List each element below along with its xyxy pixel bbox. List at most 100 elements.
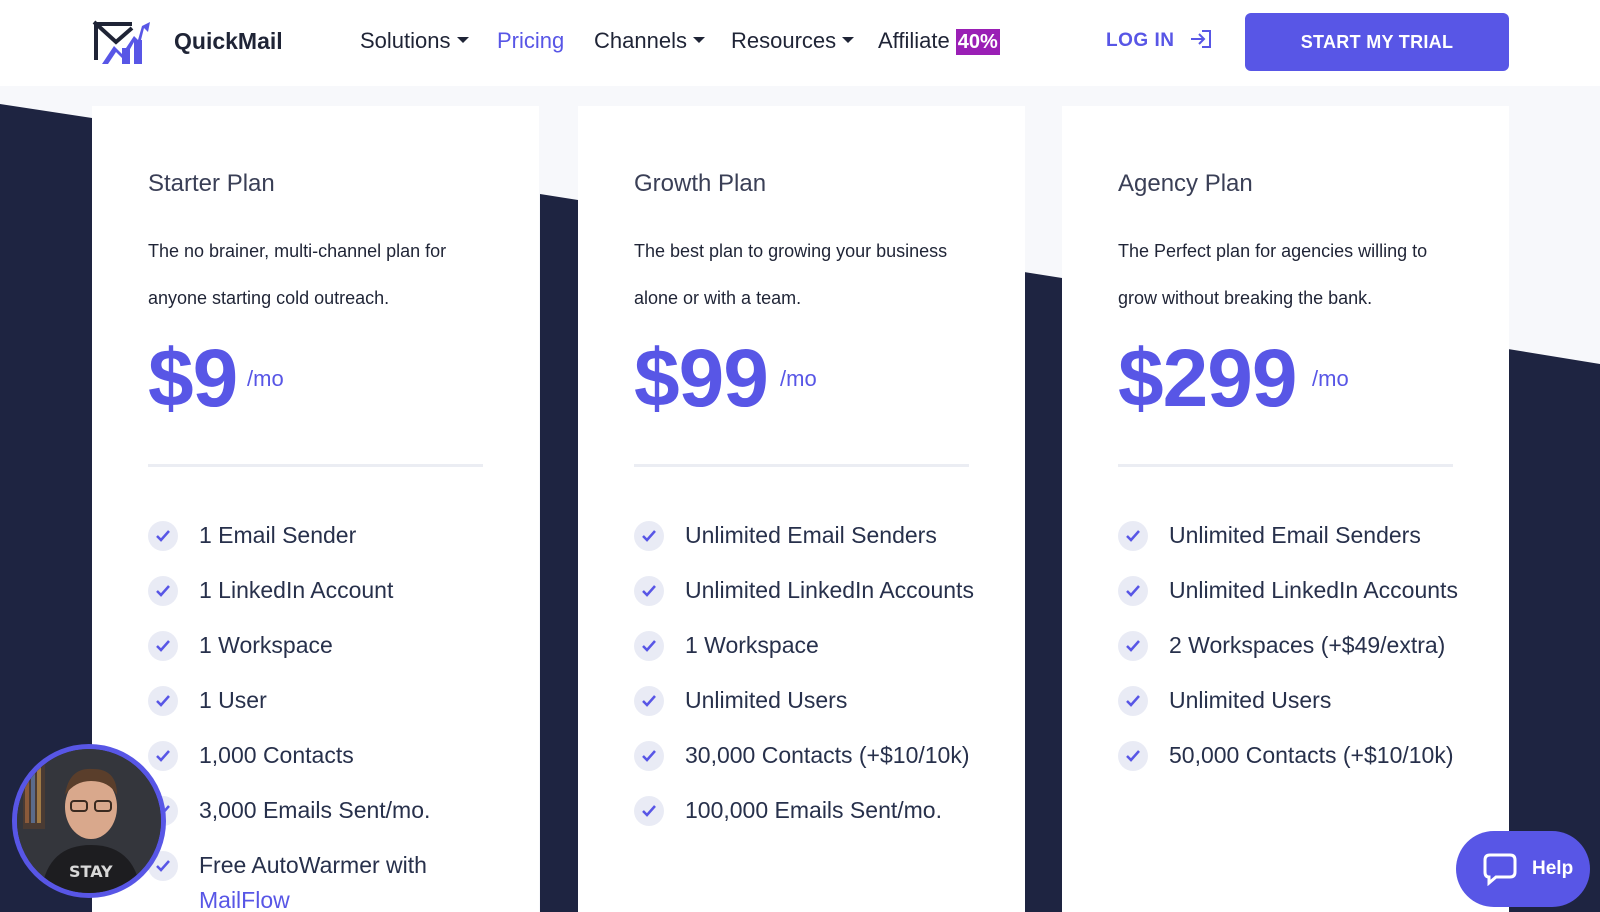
feature-item: 30,000 Contacts (+$10/10k) xyxy=(634,738,974,773)
start-trial-button[interactable]: START MY TRIAL xyxy=(1245,13,1509,71)
shirt-text: STAY xyxy=(69,862,113,881)
plan-price: $99 xyxy=(634,333,769,424)
feature-text: 3,000 Emails Sent/mo. xyxy=(199,797,431,823)
feature-text: Unlimited Users xyxy=(685,687,848,713)
check-icon xyxy=(148,741,178,771)
feature-item: 1 Email Sender xyxy=(148,518,488,553)
mailflow-link[interactable]: MailFlow xyxy=(199,887,290,912)
check-icon xyxy=(634,686,664,716)
price-unit: /mo xyxy=(1312,366,1349,391)
feature-item: 1 LinkedIn Account xyxy=(148,573,488,608)
login-label: LOG IN xyxy=(1106,30,1175,51)
plan-description: The no brainer, multi-channel plan for a… xyxy=(148,241,447,308)
feature-list: Unlimited Email Senders Unlimited Linked… xyxy=(1118,518,1458,793)
quickmail-logo-icon[interactable] xyxy=(92,20,150,64)
divider xyxy=(1118,464,1453,467)
nav-channels-label: Channels xyxy=(594,28,687,53)
brand-name[interactable]: QuickMail xyxy=(174,28,283,55)
chevron-down-icon xyxy=(456,37,469,44)
divider xyxy=(634,464,969,467)
feature-text: Unlimited LinkedIn Accounts xyxy=(1169,577,1458,603)
feature-text: 1,000 Contacts xyxy=(199,742,354,768)
price-unit: /mo xyxy=(780,366,817,391)
feature-list: 1 Email Sender 1 LinkedIn Account 1 Work… xyxy=(148,518,488,912)
feature-text: 50,000 Contacts (+$10/10k) xyxy=(1169,742,1454,768)
plan-description: The best plan to growing your business a… xyxy=(634,241,948,308)
nav-resources[interactable]: Resources xyxy=(731,28,855,54)
check-icon xyxy=(148,631,178,661)
video-avatar[interactable]: STAY xyxy=(12,744,166,898)
feature-text: 1 User xyxy=(199,687,267,713)
nav-affiliate-label: Affiliate xyxy=(878,28,950,53)
feature-item: 50,000 Contacts (+$10/10k) xyxy=(1118,738,1458,773)
check-icon xyxy=(1118,576,1148,606)
feature-text: Free AutoWarmer with xyxy=(199,852,427,878)
feature-item: Unlimited LinkedIn Accounts xyxy=(1118,573,1458,608)
plan-name: Starter Plan xyxy=(148,170,275,197)
feature-text: 1 Workspace xyxy=(199,632,333,658)
check-icon xyxy=(634,576,664,606)
feature-item: 1 User xyxy=(148,683,488,718)
plan-card-agency: Agency Plan The Perfect plan for agencie… xyxy=(1062,106,1509,912)
chevron-down-icon xyxy=(692,37,705,44)
feature-item: Unlimited Users xyxy=(634,683,974,718)
feature-text: 1 Email Sender xyxy=(199,522,357,548)
check-icon xyxy=(148,521,178,551)
plan-name: Agency Plan xyxy=(1118,170,1253,197)
feature-text: Unlimited Email Senders xyxy=(1169,522,1421,548)
price-unit: /mo xyxy=(247,366,284,391)
help-button[interactable]: Help xyxy=(1456,831,1590,907)
check-icon xyxy=(1118,631,1148,661)
nav-solutions-label: Solutions xyxy=(360,28,451,53)
plan-price: $299 xyxy=(1118,333,1297,424)
chat-bubble-icon xyxy=(1483,853,1517,886)
feature-item: Unlimited Users xyxy=(1118,683,1458,718)
feature-text: 100,000 Emails Sent/mo. xyxy=(685,797,942,823)
nav-solutions[interactable]: Solutions xyxy=(360,28,469,54)
check-icon xyxy=(1118,741,1148,771)
feature-list: Unlimited Email Senders Unlimited Linked… xyxy=(634,518,974,848)
nav-resources-label: Resources xyxy=(731,28,837,53)
chevron-down-icon xyxy=(842,37,855,44)
help-label: Help xyxy=(1532,858,1574,879)
divider xyxy=(148,464,483,467)
feature-item: Unlimited Email Senders xyxy=(1118,518,1458,553)
plan-price: $9 xyxy=(148,333,238,424)
login-link[interactable]: LOG IN xyxy=(1106,29,1212,52)
top-navbar: QuickMail Solutions Pricing Channels Res… xyxy=(0,0,1600,86)
feature-text: Unlimited Users xyxy=(1169,687,1332,713)
nav-pricing[interactable]: Pricing xyxy=(497,28,564,54)
feature-item: Unlimited Email Senders xyxy=(634,518,974,553)
person-video-icon: STAY xyxy=(17,749,161,893)
feature-item: 100,000 Emails Sent/mo. xyxy=(634,793,974,828)
check-icon xyxy=(634,631,664,661)
feature-item: Unlimited LinkedIn Accounts xyxy=(634,573,974,608)
feature-text: Unlimited LinkedIn Accounts xyxy=(685,577,974,603)
affiliate-badge: 40% xyxy=(955,29,1000,55)
feature-item: 1,000 Contacts xyxy=(148,738,488,773)
nav-affiliate[interactable]: Affiliate 40% xyxy=(878,28,1000,55)
feature-item: 3,000 Emails Sent/mo. xyxy=(148,793,488,828)
feature-text: 1 Workspace xyxy=(685,632,819,658)
feature-text: Unlimited Email Senders xyxy=(685,522,937,548)
check-icon xyxy=(148,686,178,716)
plan-name: Growth Plan xyxy=(634,170,767,197)
nav-channels[interactable]: Channels xyxy=(594,28,705,54)
feature-text: 2 Workspaces (+$49/extra) xyxy=(1169,632,1446,658)
plan-description: The Perfect plan for agencies willing to… xyxy=(1118,241,1428,308)
feature-item: 2 Workspaces (+$49/extra) xyxy=(1118,628,1458,663)
check-icon xyxy=(634,741,664,771)
check-icon xyxy=(634,521,664,551)
check-icon xyxy=(1118,686,1148,716)
check-icon xyxy=(1118,521,1148,551)
feature-text: 30,000 Contacts (+$10/10k) xyxy=(685,742,970,768)
nav-pricing-label: Pricing xyxy=(497,28,565,53)
feature-text: 1 LinkedIn Account xyxy=(199,577,394,603)
check-icon xyxy=(148,576,178,606)
login-arrow-icon xyxy=(1191,29,1212,48)
check-icon xyxy=(634,796,664,826)
feature-item: 1 Workspace xyxy=(148,628,488,663)
feature-item: Free AutoWarmer with MailFlow xyxy=(148,848,488,912)
plan-card-growth: Growth Plan The best plan to growing you… xyxy=(578,106,1025,912)
feature-item: 1 Workspace xyxy=(634,628,974,663)
